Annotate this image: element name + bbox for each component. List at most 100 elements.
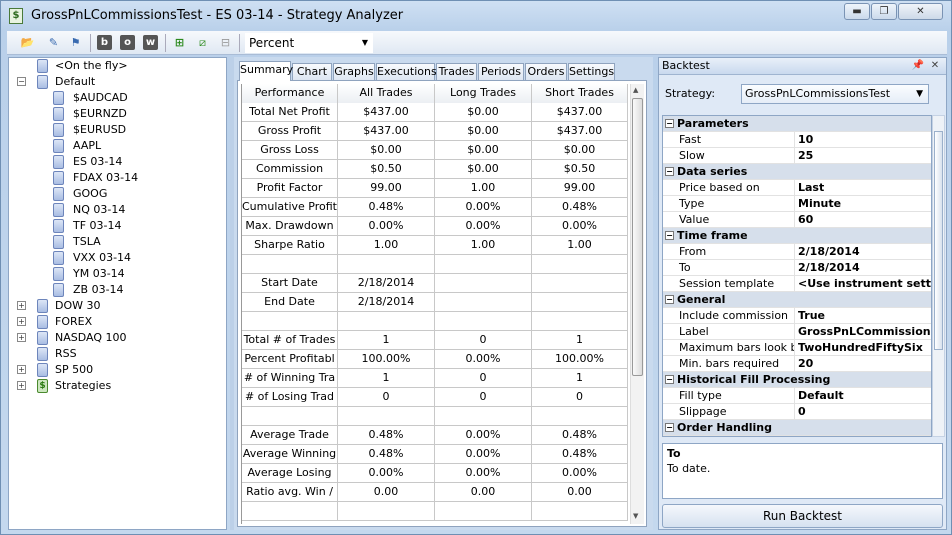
tab-periods[interactable]: Periods bbox=[478, 63, 524, 80]
scroll-thumb[interactable] bbox=[934, 131, 943, 350]
b-icon[interactable]: b bbox=[97, 35, 112, 50]
table-cell: 0.00% bbox=[435, 350, 532, 369]
property-category[interactable]: − General bbox=[663, 292, 931, 308]
tree-item-label: FDAX 03-14 bbox=[73, 171, 139, 184]
pencil-icon[interactable]: ✎ bbox=[45, 34, 62, 51]
property-row[interactable]: Slippage 0 bbox=[663, 404, 931, 420]
property-value[interactable]: TwoHundredFiftySix bbox=[796, 340, 931, 356]
property-row[interactable]: Fast 10 bbox=[663, 132, 931, 148]
collapse-icon[interactable]: − bbox=[665, 119, 674, 128]
property-scrollbar[interactable] bbox=[932, 115, 945, 437]
table-cell: 0 bbox=[338, 388, 435, 407]
property-value[interactable]: True bbox=[796, 308, 931, 324]
property-category[interactable]: − Parameters bbox=[663, 116, 931, 132]
pin-icon[interactable]: 📌 bbox=[911, 59, 925, 73]
expand-icon[interactable]: + bbox=[17, 365, 26, 374]
collapse-icon[interactable]: − bbox=[665, 375, 674, 384]
scroll-down-icon[interactable]: ▼ bbox=[633, 512, 638, 520]
property-row[interactable]: Value 60 bbox=[663, 212, 931, 228]
panel-title: Backtest bbox=[662, 59, 710, 72]
table-cell: 0.48% bbox=[532, 426, 628, 445]
collapse-icon[interactable]: − bbox=[665, 423, 674, 432]
property-row[interactable]: Label GrossPnLCommissionsT bbox=[663, 324, 931, 340]
minimize-button[interactable]: ▬ bbox=[844, 3, 870, 20]
instrument-list-icon bbox=[37, 75, 48, 89]
property-category[interactable]: − Data series bbox=[663, 164, 931, 180]
property-value[interactable]: 20 bbox=[796, 356, 931, 372]
property-name: Slippage bbox=[677, 404, 795, 420]
scroll-thumb[interactable] bbox=[632, 98, 643, 376]
table-cell: 100.00% bbox=[532, 350, 628, 369]
property-value[interactable]: GrossPnLCommissionsT bbox=[796, 324, 931, 340]
collapse-icon[interactable]: − bbox=[665, 231, 674, 240]
close-icon[interactable]: ✕ bbox=[928, 59, 942, 73]
tab-settings[interactable]: Settings bbox=[568, 63, 615, 80]
edit-icon[interactable]: ⧄ bbox=[194, 34, 211, 51]
tab-chart[interactable]: Chart bbox=[292, 63, 332, 80]
property-row[interactable]: Price based on Last bbox=[663, 180, 931, 196]
table-cell bbox=[242, 407, 338, 426]
property-value[interactable]: Minute bbox=[796, 196, 931, 212]
property-value[interactable]: Default bbox=[796, 388, 931, 404]
tab-trades[interactable]: Trades bbox=[436, 63, 477, 80]
grid-scrollbar[interactable]: ▲ ▼ bbox=[630, 84, 644, 524]
tab-graphs[interactable]: Graphs bbox=[333, 63, 375, 80]
strategy-select[interactable]: GrossPnLCommissionsTest ▼ bbox=[741, 84, 929, 104]
property-row[interactable]: Fill type Default bbox=[663, 388, 931, 404]
open-folder-icon[interactable]: 📂 bbox=[19, 34, 36, 51]
property-category[interactable]: − Historical Fill Processing bbox=[663, 372, 931, 388]
property-value[interactable]: <Use instrument setting bbox=[796, 276, 931, 292]
property-category[interactable]: − Order Handling bbox=[663, 420, 931, 436]
table-cell: $437.00 bbox=[532, 103, 628, 122]
property-row[interactable]: From 2/18/2014 bbox=[663, 244, 931, 260]
property-value[interactable]: 2/18/2014 bbox=[796, 260, 931, 276]
close-button[interactable]: ✕ bbox=[898, 3, 943, 20]
tab-summary[interactable]: Summary bbox=[239, 61, 293, 81]
table-cell: Total Net Profit bbox=[242, 103, 338, 122]
property-value[interactable]: 2/18/2014 bbox=[796, 244, 931, 260]
w-icon[interactable]: w bbox=[143, 35, 158, 50]
property-row[interactable]: Include commission True bbox=[663, 308, 931, 324]
tree-item-label: $EURUSD bbox=[73, 123, 127, 136]
scroll-up-icon[interactable]: ▲ bbox=[633, 86, 638, 94]
add-icon[interactable]: ⊞ bbox=[171, 34, 188, 51]
tab-orders[interactable]: Orders bbox=[525, 63, 567, 80]
property-row[interactable]: To 2/18/2014 bbox=[663, 260, 931, 276]
o-icon[interactable]: o bbox=[120, 35, 135, 50]
table-cell: $0.00 bbox=[435, 160, 532, 179]
property-row[interactable]: Session template<Use instrument setting bbox=[663, 276, 931, 292]
property-value[interactable]: 60 bbox=[796, 212, 931, 228]
property-row[interactable]: Min. bars required 20 bbox=[663, 356, 931, 372]
maximize-button[interactable]: ❐ bbox=[871, 3, 897, 20]
table-cell: 1.00 bbox=[435, 236, 532, 255]
collapse-icon[interactable]: − bbox=[665, 295, 674, 304]
property-category[interactable]: − Time frame bbox=[663, 228, 931, 244]
tree-item-label: SP 500 bbox=[55, 363, 94, 376]
collapse-icon[interactable]: − bbox=[665, 167, 674, 176]
instrument-list-icon bbox=[37, 347, 48, 361]
property-row[interactable]: Type Minute bbox=[663, 196, 931, 212]
property-name: Min. bars required bbox=[677, 356, 795, 372]
property-value[interactable]: Last bbox=[796, 180, 931, 196]
instrument-icon bbox=[53, 187, 64, 201]
expand-icon[interactable]: + bbox=[17, 317, 26, 326]
property-row[interactable]: Slow 25 bbox=[663, 148, 931, 164]
expand-icon[interactable]: + bbox=[17, 301, 26, 310]
property-value[interactable]: 25 bbox=[796, 148, 931, 164]
expand-icon[interactable]: + bbox=[17, 381, 26, 390]
tab-executions[interactable]: Executions bbox=[376, 63, 437, 80]
property-value[interactable]: 0 bbox=[796, 404, 931, 420]
remove-icon[interactable]: ⊟ bbox=[217, 34, 234, 51]
flag-icon[interactable]: ⚑ bbox=[67, 34, 84, 51]
run-backtest-button[interactable]: Run Backtest bbox=[662, 504, 943, 528]
property-value[interactable]: 10 bbox=[796, 132, 931, 148]
table-cell bbox=[338, 407, 435, 426]
table-row: Ratio avg. Win /0.00 0.00 0.00 bbox=[242, 483, 628, 502]
expand-icon[interactable]: + bbox=[17, 333, 26, 342]
collapse-icon[interactable]: − bbox=[17, 77, 26, 86]
table-cell: Total # of Trades bbox=[242, 331, 338, 350]
property-row[interactable]: Maximum bars look bacTwoHundredFiftySix bbox=[663, 340, 931, 356]
display-mode-select[interactable]: Percent ▼ bbox=[245, 33, 373, 53]
table-row: Commission $0.50 $0.00 $0.50 bbox=[242, 160, 628, 179]
table-cell: $437.00 bbox=[532, 122, 628, 141]
